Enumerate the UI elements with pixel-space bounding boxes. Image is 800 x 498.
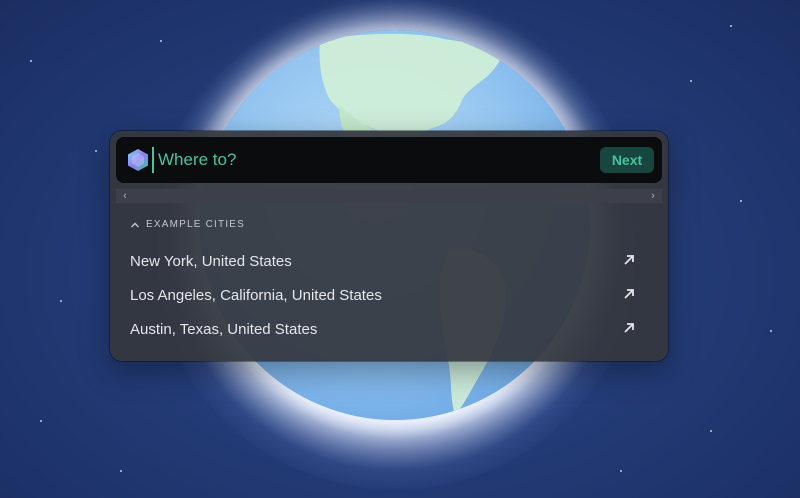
city-label: New York, United States [130,252,292,270]
search-input[interactable] [152,147,588,173]
example-city-list: New York, United States Los Angeles, Cal… [110,244,668,346]
chevron-right-icon[interactable]: › [646,189,660,203]
star [30,60,32,62]
list-item[interactable]: Los Angeles, California, United States [110,278,668,312]
search-bar: Next [116,137,662,183]
star [120,470,122,472]
search-panel: Next ‹ › EXAMPLE CITIES New York, United… [110,131,668,361]
chevron-left-icon[interactable]: ‹ [118,189,132,203]
next-button[interactable]: Next [600,147,654,173]
section-title: EXAMPLE CITIES [146,219,246,230]
star [60,300,62,302]
city-label: Los Angeles, California, United States [130,286,382,304]
star [160,40,162,42]
list-item[interactable]: New York, United States [110,244,668,278]
star [40,420,42,422]
list-item[interactable]: Austin, Texas, United States [110,312,668,346]
arrow-up-right-icon [624,289,634,299]
chevron-up-icon [131,222,139,227]
star [690,80,692,82]
horizontal-scrollbar[interactable]: ‹ › [116,189,662,203]
star [710,430,712,432]
hexagon-logo-icon [128,149,148,171]
arrow-up-right-icon [624,255,634,265]
star [620,470,622,472]
arrow-up-right-icon [624,323,634,333]
star [770,330,772,332]
star [740,200,742,202]
star [730,25,732,27]
example-cities-header[interactable]: EXAMPLE CITIES [130,219,245,230]
star [95,150,97,152]
city-label: Austin, Texas, United States [130,320,318,338]
